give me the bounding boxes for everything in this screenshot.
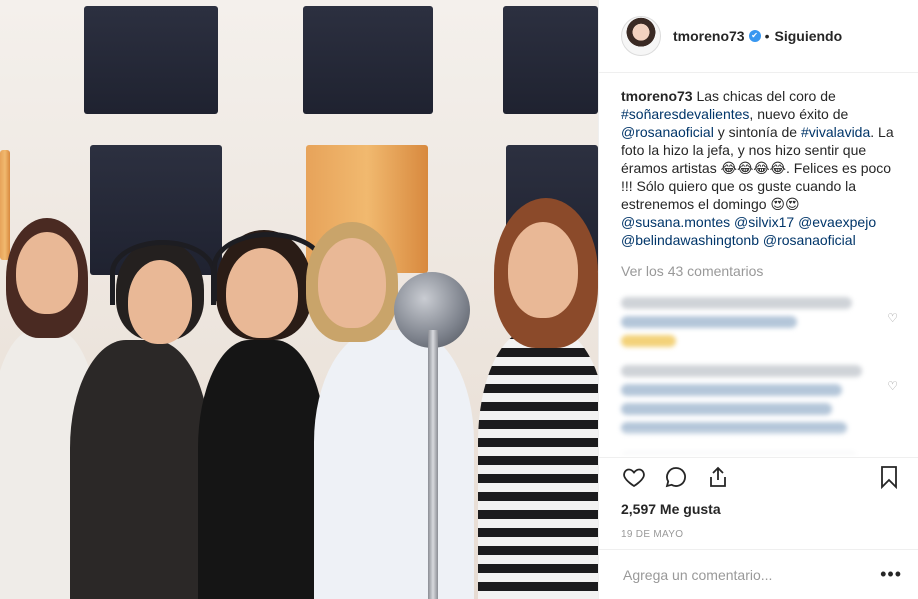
blurred-comment-text xyxy=(621,403,832,415)
post-actions: 2,597 Me gusta 19 DE MAYO xyxy=(599,457,918,540)
add-comment-bar: ••• xyxy=(599,549,918,599)
post-date[interactable]: 19 DE MAYO xyxy=(621,529,902,540)
person-shirt xyxy=(478,330,598,599)
heart-icon[interactable] xyxy=(621,464,647,490)
mention-link[interactable]: @rosanaoficial xyxy=(621,124,714,140)
post-side-panel: tmoreno73 ✔ • Siguiendo tmoreno73 Las ch… xyxy=(598,0,918,599)
comments-section[interactable]: tmoreno73 Las chicas del coro de #soñare… xyxy=(599,73,918,457)
person-shirt xyxy=(314,330,474,599)
mention-link[interactable]: @susana.montes xyxy=(621,214,730,230)
acoustic-panel xyxy=(0,150,10,260)
caption-text: y sintonía de xyxy=(717,124,798,140)
microphone-stand xyxy=(428,330,438,599)
hashtag-link[interactable]: #vivalavida xyxy=(801,124,870,140)
comment-item: ♡ xyxy=(621,297,898,347)
person-shirt xyxy=(198,340,326,599)
post-photo[interactable] xyxy=(0,0,598,599)
mention-link[interactable]: @evaexpejo xyxy=(798,214,876,230)
separator-dot: • xyxy=(764,28,770,44)
mention-link[interactable]: @rosanaoficial xyxy=(763,232,856,248)
hashtag-link[interactable]: #soñaresdevalientes xyxy=(621,106,749,122)
acoustic-panel xyxy=(503,6,598,114)
comments-fade xyxy=(599,427,918,457)
verified-badge-icon: ✔ xyxy=(748,30,761,42)
blurred-comment-text xyxy=(621,316,797,328)
view-all-comments-link[interactable]: Ver los 43 comentarios xyxy=(621,263,898,279)
person-face xyxy=(508,222,578,318)
heart-small-icon[interactable]: ♡ xyxy=(887,379,898,393)
comment-icon[interactable] xyxy=(663,464,689,490)
heart-small-icon[interactable]: ♡ xyxy=(887,311,898,325)
likes-count[interactable]: 2,597 Me gusta xyxy=(621,501,902,517)
caption-text: , nuevo éxito de xyxy=(749,106,849,122)
comment-input[interactable] xyxy=(621,565,881,584)
comment-item: ♡ xyxy=(621,365,898,434)
person-shirt xyxy=(70,340,210,599)
blurred-comment-text xyxy=(621,335,677,347)
following-button[interactable]: Siguiendo xyxy=(774,28,842,44)
blurred-comment-text xyxy=(621,297,852,309)
post-header: tmoreno73 ✔ • Siguiendo xyxy=(599,0,918,73)
acoustic-panel xyxy=(303,6,433,114)
action-icons-row xyxy=(621,458,902,496)
blurred-comment-text xyxy=(621,384,842,396)
mention-link[interactable]: @silvix17 xyxy=(734,214,794,230)
instagram-post: tmoreno73 ✔ • Siguiendo tmoreno73 Las ch… xyxy=(0,0,918,599)
mention-link[interactable]: @belindawashingtonb xyxy=(621,232,759,248)
avatar[interactable] xyxy=(621,16,661,56)
acoustic-panel xyxy=(84,6,218,114)
person-face xyxy=(318,238,386,328)
blurred-comment-text xyxy=(621,365,862,377)
person-face xyxy=(16,232,78,314)
share-icon[interactable] xyxy=(705,464,731,490)
post-caption: tmoreno73 Las chicas del coro de #soñare… xyxy=(621,87,898,249)
headphones xyxy=(110,240,216,305)
caption-text: Las chicas del coro de xyxy=(696,88,836,104)
caption-username[interactable]: tmoreno73 xyxy=(621,88,693,104)
more-options-icon[interactable]: ••• xyxy=(880,564,902,585)
header-username[interactable]: tmoreno73 xyxy=(673,28,745,44)
bookmark-icon[interactable] xyxy=(876,464,902,490)
